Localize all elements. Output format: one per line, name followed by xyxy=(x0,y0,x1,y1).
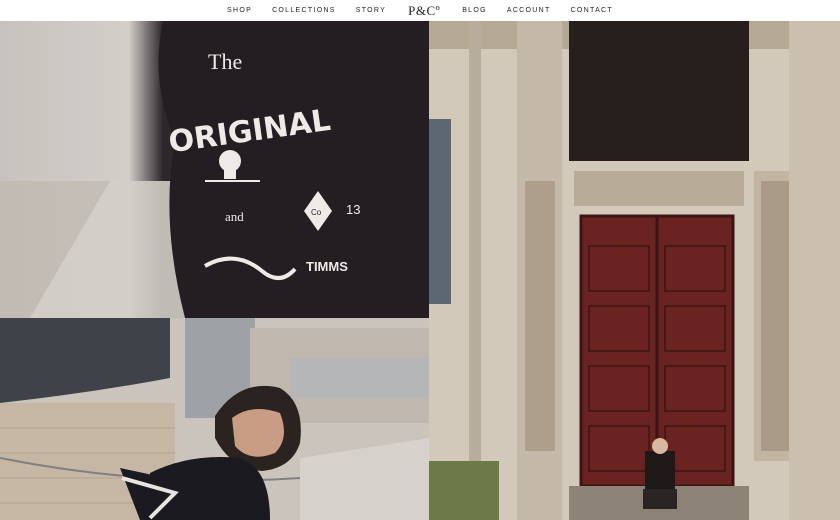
svg-text:and: and xyxy=(225,209,244,224)
portrait-photo[interactable] xyxy=(0,318,429,520)
tshirt-print-photo[interactable]: The ORIGINAL and Co 13 TIMMS xyxy=(0,21,429,318)
nav-contact[interactable]: CONTACT xyxy=(571,7,613,14)
nav-story[interactable]: STORY xyxy=(356,7,386,14)
photo-grid: The ORIGINAL and Co 13 TIMMS xyxy=(0,21,840,520)
svg-text:The: The xyxy=(208,49,242,74)
svg-text:13: 13 xyxy=(346,202,360,217)
tshirt-print-illustration: The ORIGINAL and Co 13 TIMMS xyxy=(0,21,429,318)
doorway-photo[interactable] xyxy=(429,21,840,520)
nav-blog[interactable]: BLOG xyxy=(462,7,487,14)
top-nav: SHOP COLLECTIONS STORY P&Cº BLOG ACCOUNT… xyxy=(0,0,840,21)
portrait-illustration xyxy=(0,318,429,520)
doorway-illustration xyxy=(429,21,840,520)
nav-account[interactable]: ACCOUNT xyxy=(507,7,551,14)
nav-shop[interactable]: SHOP xyxy=(227,7,252,14)
svg-text:Co: Co xyxy=(311,208,322,217)
nav-collections[interactable]: COLLECTIONS xyxy=(272,7,336,14)
brand-logo[interactable]: P&Cº xyxy=(408,3,440,19)
svg-text:TIMMS: TIMMS xyxy=(306,259,348,274)
